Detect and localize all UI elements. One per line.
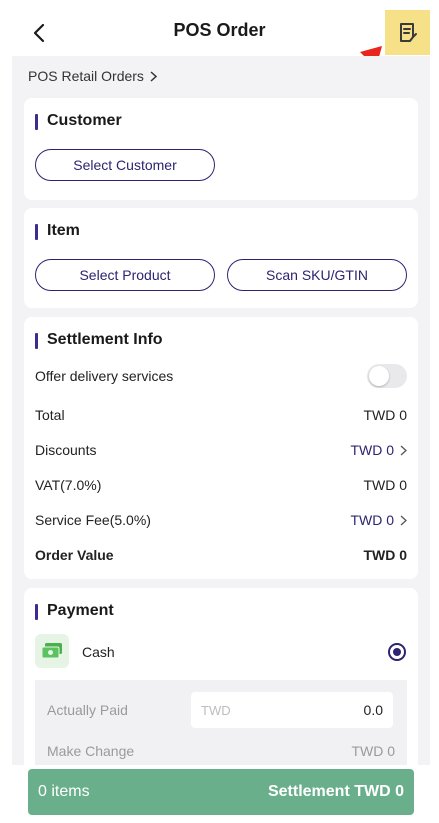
order-value-label: Order Value bbox=[35, 547, 114, 563]
vat-label: VAT(7.0%) bbox=[35, 477, 102, 493]
delivery-label: Offer delivery services bbox=[35, 368, 174, 384]
discounts-value-link[interactable]: TWD 0 bbox=[350, 442, 407, 458]
item-section-title: Item bbox=[35, 222, 80, 240]
breadcrumb-label: POS Retail Orders bbox=[28, 68, 144, 84]
item-card: Item Select Product Scan SKU/GTIN bbox=[24, 208, 418, 308]
actually-paid-input[interactable]: TWD 0.0 bbox=[191, 692, 393, 728]
chevron-right-icon bbox=[150, 70, 157, 82]
order-value-row: Order Value TWD 0 bbox=[35, 547, 407, 563]
page-title: POS Order bbox=[173, 20, 266, 40]
order-value: TWD 0 bbox=[363, 547, 407, 563]
payment-card: Payment Cash Actually Paid TWD 0.0 Make … bbox=[24, 588, 418, 765]
select-customer-button[interactable]: Select Customer bbox=[35, 149, 215, 181]
order-record-button[interactable] bbox=[385, 10, 430, 55]
service-fee-label: Service Fee(5.0%) bbox=[35, 512, 151, 528]
actually-paid-placeholder: TWD bbox=[201, 702, 231, 718]
payment-details: Actually Paid TWD 0.0 Make Change TWD 0 bbox=[35, 680, 407, 765]
settlement-card: Settlement Info Offer delivery services … bbox=[24, 317, 418, 579]
vat-value: TWD 0 bbox=[363, 477, 407, 493]
customer-section-title: Customer bbox=[35, 112, 122, 130]
service-fee-row[interactable]: Service Fee(5.0%) TWD 0 bbox=[35, 512, 407, 528]
cash-radio[interactable] bbox=[388, 643, 406, 661]
cash-label: Cash bbox=[82, 644, 115, 660]
customer-card: Customer Select Customer bbox=[24, 98, 418, 200]
payment-section-title: Payment bbox=[35, 602, 114, 620]
total-row: Total TWD 0 bbox=[35, 407, 407, 423]
actually-paid-value: 0.0 bbox=[363, 702, 383, 718]
chevron-right-icon bbox=[400, 515, 407, 525]
make-change-value: TWD 0 bbox=[351, 743, 395, 759]
actually-paid-label: Actually Paid bbox=[47, 702, 128, 718]
make-change-label: Make Change bbox=[47, 743, 135, 759]
discounts-row[interactable]: Discounts TWD 0 bbox=[35, 442, 407, 458]
scan-sku-button[interactable]: Scan SKU/GTIN bbox=[227, 259, 407, 291]
total-value: TWD 0 bbox=[363, 407, 407, 423]
receipt-icon bbox=[399, 22, 417, 42]
settlement-section-title: Settlement Info bbox=[35, 331, 163, 349]
breadcrumb[interactable]: POS Retail Orders bbox=[28, 68, 157, 84]
main-content: POS Retail Orders Customer Select Custom… bbox=[12, 56, 430, 765]
select-product-button[interactable]: Select Product bbox=[35, 259, 215, 291]
chevron-right-icon bbox=[400, 445, 407, 455]
settlement-button[interactable]: 0 items Settlement TWD 0 bbox=[28, 769, 414, 815]
discounts-label: Discounts bbox=[35, 442, 97, 458]
service-fee-value-link[interactable]: TWD 0 bbox=[350, 512, 407, 528]
cash-icon bbox=[35, 634, 69, 668]
toggle-knob bbox=[369, 366, 389, 386]
service-fee-value: TWD 0 bbox=[350, 512, 394, 528]
discounts-value: TWD 0 bbox=[350, 442, 394, 458]
total-label: Total bbox=[35, 407, 65, 423]
radio-selected-dot bbox=[393, 648, 401, 656]
settlement-total: Settlement TWD 0 bbox=[267, 783, 404, 800]
delivery-row: Offer delivery services bbox=[35, 364, 407, 388]
delivery-toggle[interactable] bbox=[367, 364, 407, 388]
vat-row: VAT(7.0%) TWD 0 bbox=[35, 477, 407, 493]
items-count: 0 items bbox=[38, 783, 90, 800]
